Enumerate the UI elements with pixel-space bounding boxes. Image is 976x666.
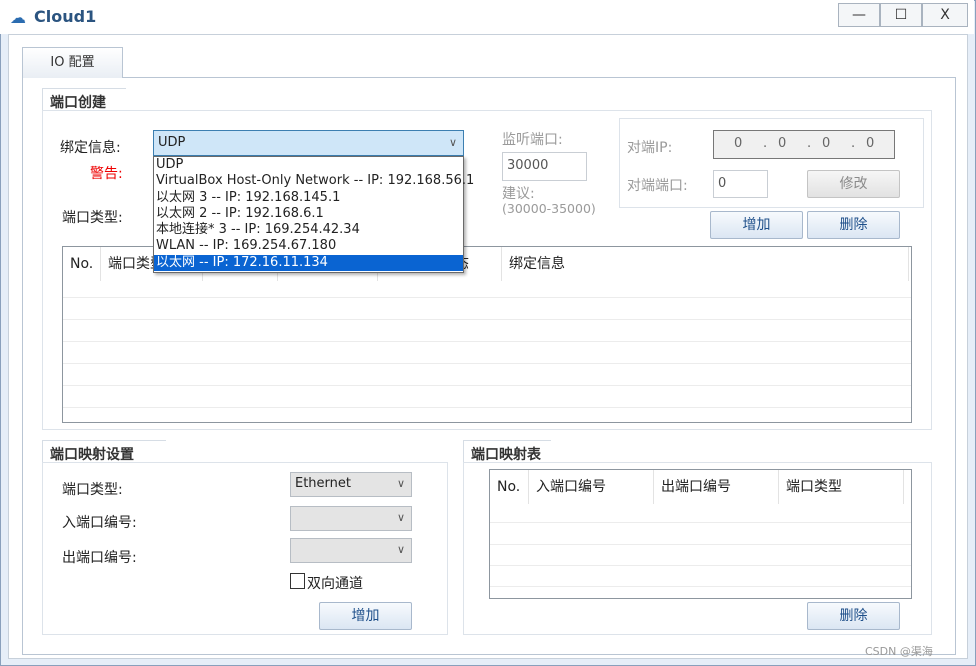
bind-select[interactable]: UDP ∨	[153, 130, 464, 156]
ip-octet: 0	[866, 136, 875, 151]
listen-port-input[interactable]: 30000	[502, 152, 587, 181]
col-bind-info: 绑定信息	[502, 247, 909, 281]
bind-select-value: UDP	[158, 135, 186, 150]
col-port-type: 端口类型	[779, 470, 904, 504]
modify-button[interactable]: 修改	[807, 170, 900, 198]
table-row	[63, 363, 911, 364]
chevron-down-icon: ∨	[396, 511, 405, 524]
map-port-type-label: 端口类型:	[62, 482, 123, 498]
table-row	[63, 385, 911, 386]
port-create-title: 端口创建	[42, 88, 126, 111]
bind-label: 绑定信息:	[60, 140, 121, 156]
table-row	[490, 586, 911, 587]
close-button[interactable]: X	[922, 3, 968, 27]
minimize-button[interactable]: —	[838, 3, 880, 27]
dropdown-option[interactable]: 以太网 2 -- IP: 192.168.6.1	[154, 206, 463, 222]
add-port-button[interactable]: 增加	[710, 211, 803, 239]
col-out-port: 出端口编号	[654, 470, 779, 504]
peer-ip-input[interactable]: 0 . 0 . 0 . 0	[713, 130, 895, 159]
port-type-label: 端口类型:	[62, 210, 123, 226]
peer-ip-label: 对端IP:	[627, 140, 673, 156]
col-no: No.	[490, 470, 529, 504]
out-port-label: 出端口编号:	[62, 550, 137, 566]
in-port-select[interactable]: ∨	[290, 506, 412, 531]
table-row	[63, 297, 911, 298]
ip-octet: 0	[778, 136, 787, 151]
chevron-down-icon: ∨	[396, 477, 405, 490]
table-row	[63, 407, 911, 408]
add-mapping-button[interactable]: 增加	[319, 602, 412, 630]
dropdown-option[interactable]: 本地连接* 3 -- IP: 169.254.42.34	[154, 222, 463, 238]
table-row	[490, 544, 911, 545]
tab-io-config[interactable]: IO 配置	[22, 47, 123, 78]
chevron-down-icon: ∨	[448, 136, 457, 149]
peer-port-label: 对端端口:	[627, 178, 688, 194]
title-bar: ☁ Cloud1 — ☐ X	[0, 0, 974, 34]
listen-port-label: 监听端口:	[502, 132, 563, 148]
chevron-down-icon: ∨	[396, 543, 405, 556]
delete-mapping-button[interactable]: 删除	[807, 602, 900, 630]
maximize-button[interactable]: ☐	[880, 3, 922, 27]
bidirectional-label: 双向通道	[307, 576, 363, 592]
dropdown-option-highlighted[interactable]: 以太网 -- IP: 172.16.11.134	[154, 254, 463, 272]
dropdown-option[interactable]: UDP	[154, 157, 463, 173]
watermark: CSDN @渠海	[865, 645, 933, 658]
bidirectional-checkbox[interactable]	[290, 573, 305, 589]
suggest-range: (30000-35000)	[502, 201, 596, 216]
col-no: No.	[63, 247, 101, 281]
dropdown-option[interactable]: 以太网 3 -- IP: 192.168.145.1	[154, 190, 463, 206]
map-port-type-select[interactable]: Ethernet ∨	[290, 472, 412, 497]
ip-dot: .	[851, 136, 856, 151]
ip-octet: 0	[734, 136, 743, 151]
mapping-settings-title: 端口映射设置	[42, 440, 166, 463]
suggest-label: 建议:	[502, 186, 535, 202]
table-row	[490, 522, 911, 523]
ip-dot: .	[763, 136, 768, 151]
table-row	[490, 565, 911, 566]
ip-dot: .	[807, 136, 812, 151]
dropdown-option[interactable]: WLAN -- IP: 169.254.67.180	[154, 238, 463, 254]
delete-port-button[interactable]: 删除	[807, 211, 900, 239]
out-port-select[interactable]: ∨	[290, 538, 412, 563]
col-in-port: 入端口编号	[529, 470, 654, 504]
map-port-type-value: Ethernet	[295, 476, 351, 491]
table-row	[63, 341, 911, 342]
window-title: Cloud1	[34, 7, 97, 26]
dropdown-option[interactable]: VirtualBox Host-Only Network -- IP: 192.…	[154, 173, 474, 189]
cloud-app-icon: ☁	[10, 8, 26, 27]
warning-label: 警告:	[90, 166, 123, 182]
peer-port-input[interactable]: 0	[713, 170, 768, 198]
bind-dropdown-list: UDP VirtualBox Host-Only Network -- IP: …	[153, 156, 474, 273]
mapping-table-title: 端口映射表	[463, 440, 551, 463]
ip-octet: 0	[822, 136, 831, 151]
table-row	[63, 319, 911, 320]
in-port-label: 入端口编号:	[62, 515, 137, 531]
mapping-table: No. 入端口编号 出端口编号 端口类型	[489, 469, 912, 599]
